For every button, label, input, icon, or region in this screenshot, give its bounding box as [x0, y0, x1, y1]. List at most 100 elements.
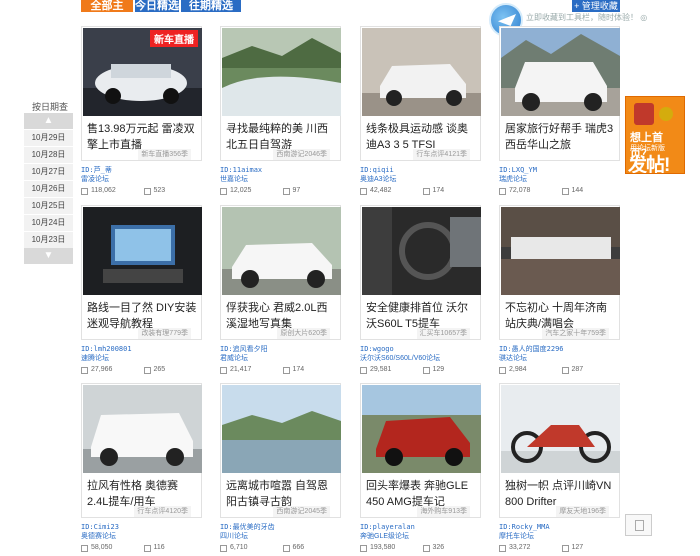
date-down-arrow-icon[interactable]: ▼ — [24, 248, 73, 264]
forum-link[interactable]: 摩托车论坛 — [499, 532, 620, 542]
post-promo-ad[interactable]: 想上首页？ 用论坛新版 发帖! — [625, 96, 685, 174]
card-frame[interactable]: 安全健康排首位 沃尔沃S60L T5提车 汇买车10657季 — [360, 205, 481, 340]
card-thumbnail[interactable] — [362, 385, 481, 473]
card-thumbnail[interactable] — [83, 207, 202, 295]
card-frame[interactable]: 寻找最纯粹的美 川西北五日自驾游 西南游记2046季 — [220, 26, 341, 161]
card-frame[interactable]: 不忘初心 十周年济南站庆典/满唱会 汽车之家十年759季 — [499, 205, 620, 340]
card-category[interactable]: 改装有理779季 — [138, 328, 191, 339]
author-id[interactable]: ID:Cimi23 — [81, 522, 202, 532]
feedback-icon[interactable] — [625, 514, 652, 536]
tab-past-picks[interactable]: 往期精选 — [181, 0, 241, 12]
forum-link[interactable]: 奥德赛论坛 — [81, 532, 202, 542]
replies-count: 265 — [153, 366, 166, 373]
author-id[interactable]: ID:Rocky_MMA — [499, 522, 620, 532]
author-id[interactable]: ID:playeralan — [360, 522, 481, 532]
card-category[interactable]: 汇买车10657季 — [416, 328, 470, 339]
card-thumbnail[interactable] — [501, 28, 620, 116]
date-item[interactable]: 10月27日 — [24, 164, 73, 180]
card-title[interactable]: 居家旅行好帮手 瑞虎3西岳华山之旅 — [505, 121, 617, 153]
card-frame[interactable]: 独树一帜 点评川崎VN 800 Drifter 摩友天地196季 — [499, 383, 620, 518]
card-frame[interactable]: 路线一目了然 DIY安装迷观导航教程 改装有理779季 — [81, 205, 202, 340]
card-frame[interactable]: 拉风有性格 奥德赛2.4L提车/用车 行车点评4120季 — [81, 383, 202, 518]
card-frame[interactable]: 回头率爆表 奔驰GLE 450 AMG提车记 海外购车913季 — [360, 383, 481, 518]
topic-card[interactable]: 俘获我心 君威2.0L西溪湿地写真集 原创大片620季 ID:追风看夕阳 君威论… — [220, 205, 341, 375]
topic-card[interactable]: 路线一目了然 DIY安装迷观导航教程 改装有理779季 ID:lmh200801… — [81, 205, 202, 375]
card-category[interactable]: 新车直播356季 — [138, 149, 191, 160]
forum-link[interactable]: 瑞虎论坛 — [499, 175, 620, 185]
forum-link[interactable]: 奥迪A3论坛 — [360, 175, 481, 185]
topic-card[interactable]: 寻找最纯粹的美 川西北五日自驾游 西南游记2046季 ID:11aimax 世嘉… — [220, 26, 341, 196]
views-icon — [360, 544, 367, 552]
forum-link[interactable]: 骐达论坛 — [499, 354, 620, 364]
card-category[interactable]: 原创大片620季 — [277, 328, 330, 339]
views-count: 58,050 — [91, 544, 113, 551]
card-thumbnail[interactable] — [501, 385, 620, 473]
replies-stat: 127 — [561, 543, 621, 553]
card-category[interactable]: 西南游记2045季 — [273, 506, 330, 517]
views-count: 72,078 — [509, 187, 531, 194]
card-category[interactable]: 行车点评4121季 — [413, 149, 470, 160]
forum-link[interactable]: 雷凌论坛 — [81, 175, 202, 185]
replies-icon — [282, 544, 290, 552]
topic-card[interactable]: 远离城市喧嚣 自驾恩阳古镇寻古韵 西南游记2045季 ID:最优美的牙齿 四川论… — [220, 383, 341, 553]
author-id[interactable]: ID:芦_蒂 — [81, 165, 202, 175]
author-id[interactable]: ID:追风看夕阳 — [220, 344, 341, 354]
card-frame[interactable]: 远离城市喧嚣 自驾恩阳古镇寻古韵 西南游记2045季 — [220, 383, 341, 518]
author-id[interactable]: ID:qiqii — [360, 165, 481, 175]
date-item[interactable]: 10月23日 — [24, 232, 73, 248]
views-icon — [499, 366, 506, 374]
author-id[interactable]: ID:最优美的牙齿 — [220, 522, 341, 532]
card-thumbnail[interactable] — [222, 385, 341, 473]
card-frame[interactable]: 新车直播 售13.98万元起 雷凌双擎上市直播 新车直播356季 — [81, 26, 202, 161]
card-thumbnail[interactable] — [501, 207, 620, 295]
topic-card[interactable]: 不忘初心 十周年济南站庆典/满唱会 汽车之家十年759季 ID:愚人的国度229… — [499, 205, 620, 375]
author-id[interactable]: ID:LXQ_YM — [499, 165, 620, 175]
topic-card[interactable]: 独树一帜 点评川崎VN 800 Drifter 摩友天地196季 ID:Rock… — [499, 383, 620, 553]
author-id[interactable]: ID:11aimax — [220, 165, 341, 175]
card-category[interactable]: 西南游记2046季 — [273, 149, 330, 160]
views-icon — [220, 187, 227, 195]
tab-all-topics[interactable]: 全部主题 — [81, 0, 133, 24]
date-nav: ▲ 10月29日 10月28日 10月27日 10月26日 10月25日 10月… — [24, 113, 73, 264]
date-up-arrow-icon[interactable]: ▲ — [24, 113, 73, 129]
card-frame[interactable]: 线条极具运动感 谈奥迪A3 3 5 TFSI 行车点评4121季 — [360, 26, 481, 161]
card-thumbnail[interactable] — [83, 385, 202, 473]
forum-link[interactable]: 世嘉论坛 — [220, 175, 341, 185]
topic-card[interactable]: 拉风有性格 奥德赛2.4L提车/用车 行车点评4120季 ID:Cimi23 奥… — [81, 383, 202, 553]
author-id[interactable]: ID:wgogo — [360, 344, 481, 354]
author-id[interactable]: ID:lmh200801 — [81, 344, 202, 354]
card-thumbnail[interactable] — [222, 28, 341, 116]
topic-card[interactable]: 新车直播 售13.98万元起 雷凌双擎上市直播 新车直播356季 ID:芦_蒂 … — [81, 26, 202, 196]
forum-link[interactable]: 四川论坛 — [220, 532, 341, 542]
date-item[interactable]: 10月26日 — [24, 181, 73, 197]
topic-card[interactable]: 回头率爆表 奔驰GLE 450 AMG提车记 海外购车913季 ID:playe… — [360, 383, 481, 553]
author-id[interactable]: ID:愚人的国度2296 — [499, 344, 620, 354]
card-category[interactable]: 汽车之家十年759季 — [542, 328, 609, 339]
replies-icon — [561, 187, 569, 195]
card-category[interactable]: 摩友天地196季 — [556, 506, 609, 517]
card-frame[interactable]: 居家旅行好帮手 瑞虎3西岳华山之旅 — [499, 26, 620, 161]
tab-today-picks[interactable]: 今日精选 — [135, 0, 179, 12]
replies-icon — [143, 366, 151, 374]
card-thumbnail[interactable] — [362, 28, 481, 116]
replies-count: 666 — [292, 544, 305, 551]
date-item[interactable]: 10月25日 — [24, 198, 73, 214]
topic-card[interactable]: 线条极具运动感 谈奥迪A3 3 5 TFSI 行车点评4121季 ID:qiqi… — [360, 26, 481, 196]
forum-link[interactable]: 奔驰GLE级论坛 — [360, 532, 481, 542]
forum-link[interactable]: 沃尔沃S60/S60L/V60论坛 — [360, 354, 481, 364]
date-item[interactable]: 10月24日 — [24, 215, 73, 231]
topic-card[interactable]: 安全健康排首位 沃尔沃S60L T5提车 汇买车10657季 ID:wgogo … — [360, 205, 481, 375]
manage-collection-button[interactable]: + 管理收藏 — [572, 0, 620, 12]
replies-icon — [282, 187, 290, 195]
date-item[interactable]: 10月28日 — [24, 147, 73, 163]
card-stats: 6,710 666 — [220, 543, 341, 553]
forum-link[interactable]: 君威论坛 — [220, 354, 341, 364]
card-category[interactable]: 行车点评4120季 — [134, 506, 191, 517]
date-item[interactable]: 10月29日 — [24, 130, 73, 146]
forum-link[interactable]: 速腾论坛 — [81, 354, 202, 364]
card-thumbnail[interactable] — [222, 207, 341, 295]
card-frame[interactable]: 俘获我心 君威2.0L西溪湿地写真集 原创大片620季 — [220, 205, 341, 340]
topic-card[interactable]: 居家旅行好帮手 瑞虎3西岳华山之旅 ID:LXQ_YM 瑞虎论坛 72,078 … — [499, 26, 620, 196]
card-thumbnail[interactable] — [362, 207, 481, 295]
card-category[interactable]: 海外购车913季 — [417, 506, 470, 517]
